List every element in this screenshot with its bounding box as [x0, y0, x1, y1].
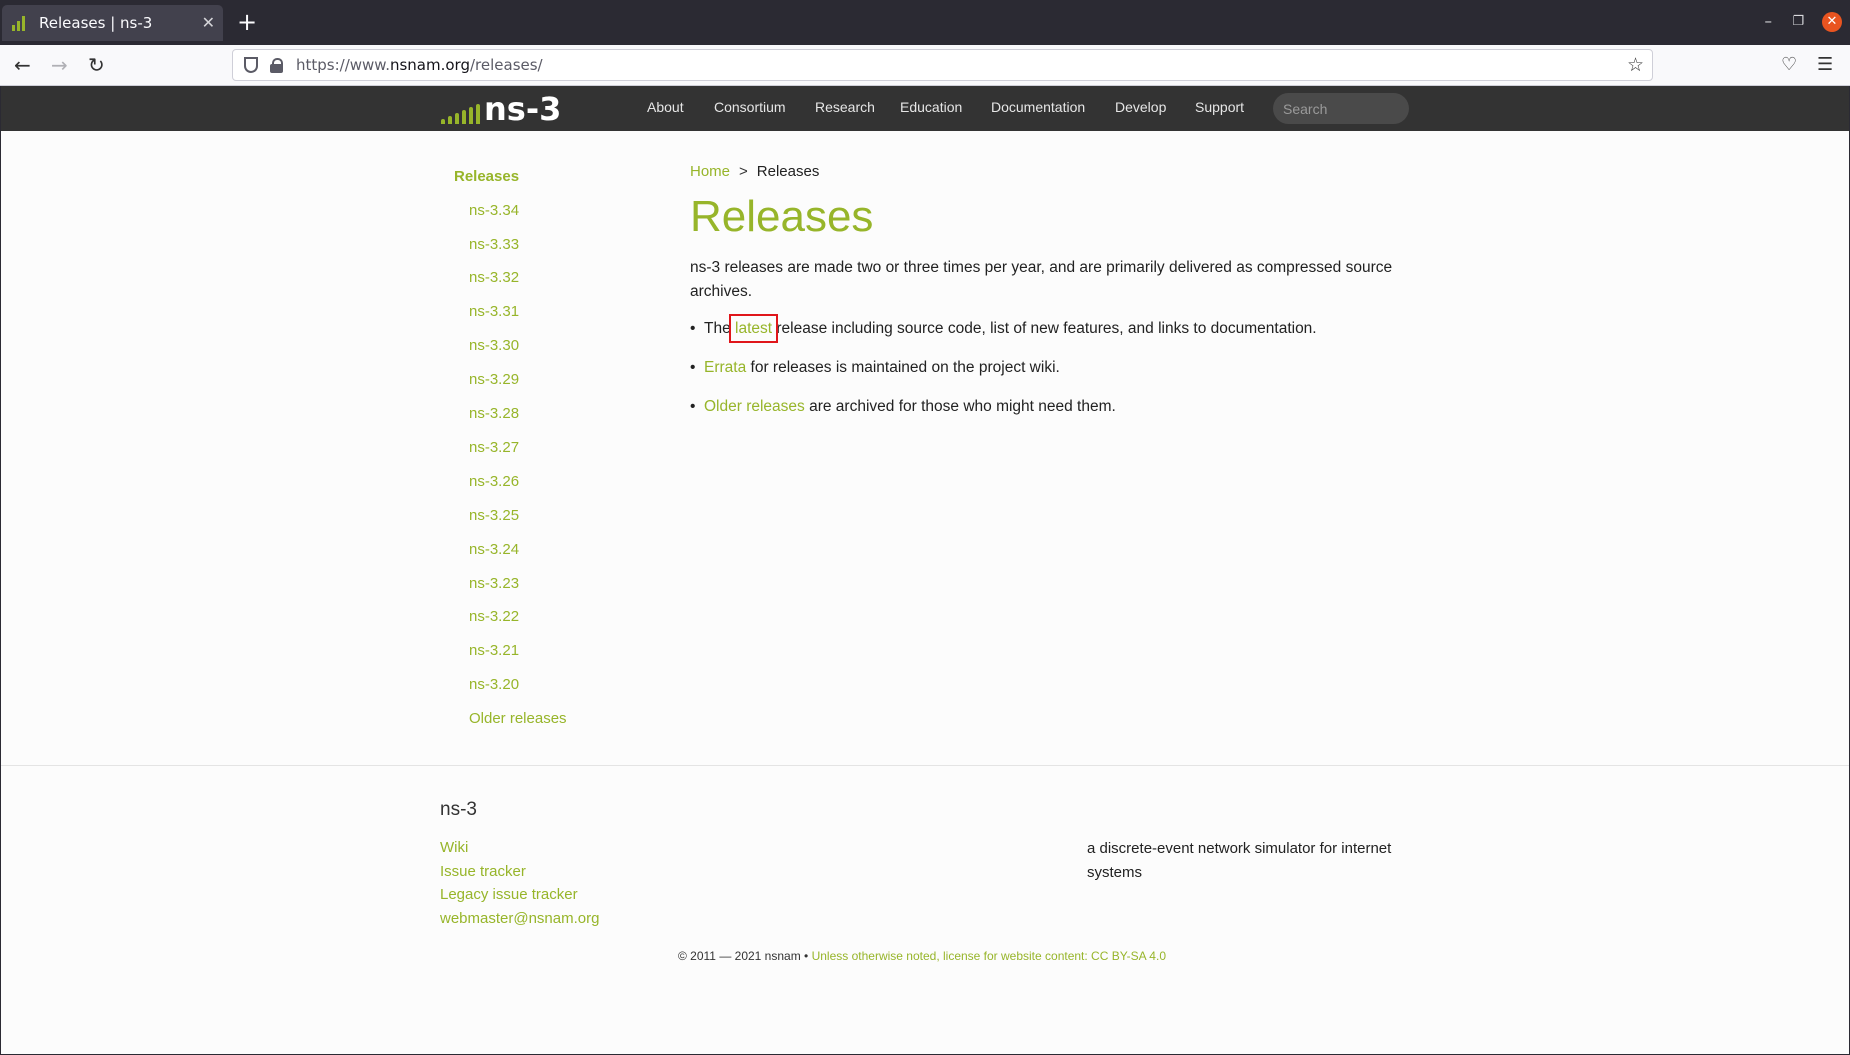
minimize-icon[interactable]: –	[1765, 12, 1773, 30]
sidebar-item-ns-3-26[interactable]: ns-3.26	[469, 473, 519, 490]
lock-icon[interactable]	[270, 58, 283, 73]
browser-tab-bar: Releases | ns-3 ✕ + – ❐ ✕	[0, 0, 1850, 45]
logo-text: ns-3	[484, 90, 562, 128]
sidebar-item-ns-3-30[interactable]: ns-3.30	[469, 337, 519, 354]
sidebar-heading-releases[interactable]: Releases	[454, 168, 519, 185]
breadcrumb-separator: >	[739, 163, 748, 180]
footer-link-wiki[interactable]: Wiki	[440, 839, 468, 856]
license-link[interactable]: Unless otherwise noted, license for webs…	[812, 949, 1166, 963]
copyright-text: © 2011 — 2021 nsnam •	[678, 949, 812, 963]
back-arrow-icon[interactable]: ←	[14, 53, 31, 77]
nav-develop[interactable]: Develop	[1115, 99, 1166, 115]
sidebar-item-ns-3-25[interactable]: ns-3.25	[469, 507, 519, 524]
nav-about[interactable]: About	[647, 99, 684, 115]
signal-bars-icon	[441, 102, 480, 124]
sidebar-item-ns-3-28[interactable]: ns-3.28	[469, 405, 519, 422]
nav-support[interactable]: Support	[1195, 99, 1244, 115]
nav-education[interactable]: Education	[900, 99, 962, 115]
new-tab-icon[interactable]: +	[237, 10, 257, 34]
intro-paragraph: ns-3 releases are made two or three time…	[690, 259, 1393, 300]
copyright-line: © 2011 — 2021 nsnam • Unless otherwise n…	[678, 949, 1166, 963]
sidebar-item-ns-3-24[interactable]: ns-3.24	[469, 541, 519, 558]
nav-consortium[interactable]: Consortium	[714, 99, 786, 115]
sidebar-item-ns-3-27[interactable]: ns-3.27	[469, 439, 519, 456]
list-item: Older releases are archived for those wh…	[690, 398, 1116, 416]
reload-icon[interactable]: ↻	[88, 53, 105, 77]
window-close-icon[interactable]: ✕	[1822, 12, 1842, 32]
errata-link[interactable]: Errata	[704, 359, 746, 376]
close-tab-icon[interactable]: ✕	[202, 13, 215, 32]
footer-brand: ns-3	[440, 799, 477, 820]
breadcrumb-current: Releases	[756, 163, 820, 180]
sidebar-item-older-releases[interactable]: Older releases	[469, 710, 567, 727]
browser-tab[interactable]: Releases | ns-3 ✕	[2, 5, 223, 41]
site-search-input[interactable]	[1273, 93, 1409, 124]
breadcrumb: Home > Releases	[690, 163, 819, 180]
list-item: The latest release including source code…	[690, 314, 1317, 343]
browser-toolbar: ← → ↻ https://www.nsnam.org/releases/ ☆ …	[0, 45, 1850, 86]
tab-title: Releases | ns-3	[39, 14, 153, 32]
sidebar-item-ns-3-29[interactable]: ns-3.29	[469, 371, 519, 388]
sidebar-item-ns-3-20[interactable]: ns-3.20	[469, 676, 519, 693]
sidebar-item-ns-3-32[interactable]: ns-3.32	[469, 269, 519, 286]
page-title: Releases	[690, 192, 874, 241]
ns3-logo[interactable]: ns-3	[441, 90, 562, 128]
footer-link-issue-tracker[interactable]: Issue tracker	[440, 863, 526, 880]
address-bar[interactable]: https://www.nsnam.org/releases/ ☆	[232, 49, 1653, 81]
breadcrumb-home-link[interactable]: Home	[690, 163, 730, 180]
sidebar-item-ns-3-31[interactable]: ns-3.31	[469, 303, 519, 320]
sidebar-item-ns-3-33[interactable]: ns-3.33	[469, 236, 519, 253]
older-releases-link[interactable]: Older releases	[704, 398, 805, 415]
sidebar-item-ns-3-34[interactable]: ns-3.34	[469, 202, 519, 219]
restore-icon[interactable]: ❐	[1792, 14, 1804, 29]
site-favicon-icon	[12, 15, 30, 31]
pocket-icon[interactable]: ♡	[1781, 54, 1797, 75]
web-page: ns-3 About Consortium Research Education…	[1, 86, 1849, 1054]
latest-release-link[interactable]: latest	[729, 314, 779, 343]
footer-link-legacy-issue-tracker[interactable]: Legacy issue tracker	[440, 886, 578, 903]
sidebar-item-ns-3-22[interactable]: ns-3.22	[469, 608, 519, 625]
footer-divider	[1, 765, 1849, 766]
list-item: Errata for releases is maintained on the…	[690, 359, 1060, 377]
bookmark-star-icon[interactable]: ☆	[1627, 54, 1644, 76]
nav-research[interactable]: Research	[815, 99, 875, 115]
site-header: ns-3 About Consortium Research Education…	[1, 86, 1849, 131]
tracking-shield-icon[interactable]	[244, 57, 258, 73]
menu-hamburger-icon[interactable]: ☰	[1817, 54, 1833, 75]
nav-documentation[interactable]: Documentation	[991, 99, 1085, 115]
forward-arrow-icon[interactable]: →	[51, 53, 68, 77]
footer-link-webmaster-email[interactable]: webmaster@nsnam.org	[440, 910, 599, 927]
footer-tagline: a discrete-event network simulator for i…	[1087, 840, 1392, 881]
sidebar-item-ns-3-21[interactable]: ns-3.21	[469, 642, 519, 659]
url-text[interactable]: https://www.nsnam.org/releases/	[296, 56, 543, 74]
sidebar-item-ns-3-23[interactable]: ns-3.23	[469, 575, 519, 592]
